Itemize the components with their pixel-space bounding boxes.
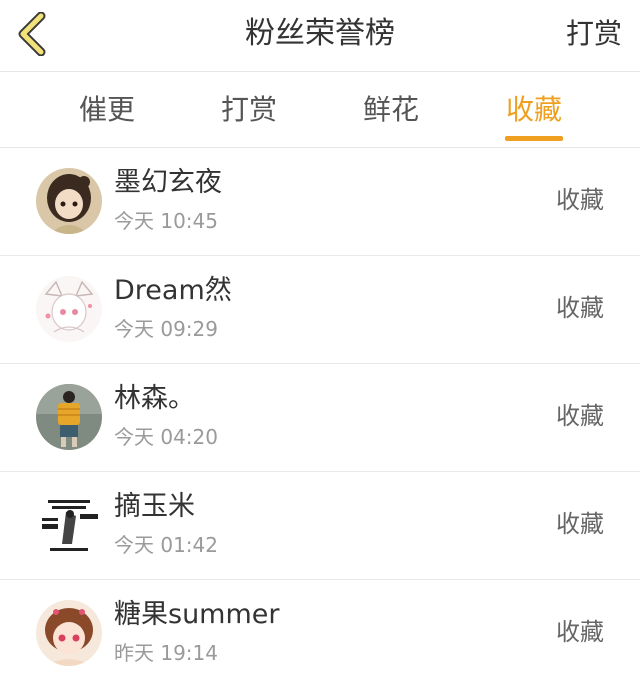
fan-name: 墨幻玄夜	[114, 167, 222, 198]
fan-time: 今天 10:45	[114, 209, 218, 233]
fan-row[interactable]: 墨幻玄夜 今天 10:45 收藏	[0, 148, 640, 256]
fan-time: 今天 01:42	[114, 533, 218, 557]
fan-action-label: 收藏	[556, 186, 604, 214]
tab-urge[interactable]: 催更	[62, 92, 152, 128]
tab-flowers[interactable]: 鲜花	[346, 92, 436, 128]
fan-row[interactable]: 糖果summer 昨天 19:14 收藏	[0, 580, 640, 688]
top-bar: 粉丝荣誉榜 打赏	[0, 0, 640, 72]
fan-name: Dream然	[114, 275, 232, 306]
avatar[interactable]	[36, 492, 102, 558]
reward-button[interactable]: 打赏	[566, 14, 622, 54]
fan-list: 墨幻玄夜 今天 10:45 收藏 Dream然 今天 09:29 收藏 林森。 …	[0, 148, 640, 688]
fan-name: 摘玉米	[114, 491, 195, 522]
fan-time: 昨天 19:14	[114, 641, 218, 665]
fan-time: 今天 04:20	[114, 425, 218, 449]
avatar[interactable]	[36, 600, 102, 666]
fan-name: 林森。	[114, 383, 195, 414]
fan-row[interactable]: Dream然 今天 09:29 收藏	[0, 256, 640, 364]
avatar[interactable]	[36, 276, 102, 342]
fan-action-label: 收藏	[556, 510, 604, 538]
active-tab-indicator	[505, 136, 563, 141]
page-title: 粉丝荣誉榜	[245, 16, 395, 51]
fan-action-label: 收藏	[556, 402, 604, 430]
avatar[interactable]	[36, 384, 102, 450]
fan-action-label: 收藏	[556, 618, 604, 646]
tab-favorites[interactable]: 收藏	[489, 92, 579, 128]
tab-bar: 催更 打赏 鲜花 收藏	[0, 72, 640, 148]
fan-time: 今天 09:29	[114, 317, 218, 341]
fan-action-label: 收藏	[556, 294, 604, 322]
fan-row[interactable]: 林森。 今天 04:20 收藏	[0, 364, 640, 472]
fan-row[interactable]: 摘玉米 今天 01:42 收藏	[0, 472, 640, 580]
fan-name: 糖果summer	[114, 599, 280, 630]
avatar[interactable]	[36, 168, 102, 234]
tab-reward[interactable]: 打赏	[204, 92, 294, 128]
